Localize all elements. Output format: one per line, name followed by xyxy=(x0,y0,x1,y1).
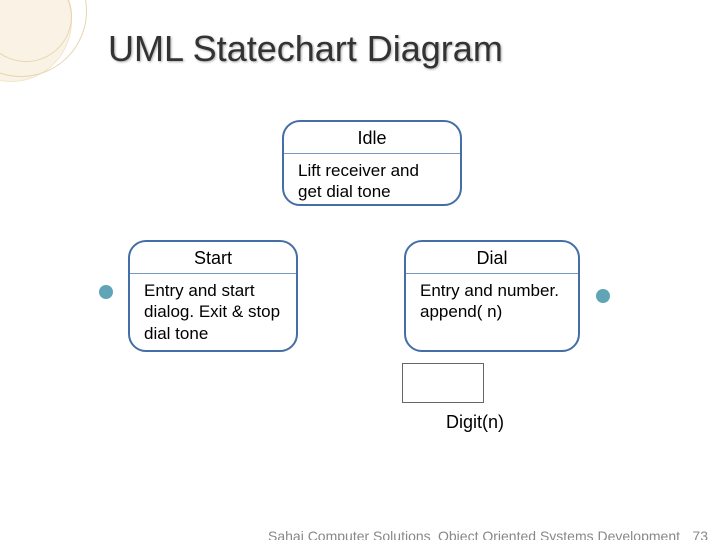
state-idle: Idle Lift receiver and get dial tone xyxy=(282,120,462,206)
state-idle-name: Idle xyxy=(284,122,460,154)
state-marker-icon xyxy=(596,289,610,303)
state-start: Start Entry and start dialog. Exit & sto… xyxy=(128,240,298,352)
state-idle-body: Lift receiver and get dial tone xyxy=(284,154,460,213)
page-title: UML Statechart Diagram xyxy=(108,28,503,70)
footer-right: Object Oriented Systems Development xyxy=(438,528,680,540)
state-start-name: Start xyxy=(130,242,296,274)
footer-left: Sahaj Computer Solutions xyxy=(268,528,431,540)
transition-box xyxy=(402,363,484,403)
state-dial: Dial Entry and number. append( n) xyxy=(404,240,580,352)
state-dial-body: Entry and number. append( n) xyxy=(406,274,578,333)
transition-label: Digit(n) xyxy=(446,412,504,433)
initial-state-icon xyxy=(99,285,113,299)
footer-page: 73 xyxy=(692,528,708,540)
state-start-body: Entry and start dialog. Exit & stop dial… xyxy=(130,274,296,354)
state-dial-name: Dial xyxy=(406,242,578,274)
